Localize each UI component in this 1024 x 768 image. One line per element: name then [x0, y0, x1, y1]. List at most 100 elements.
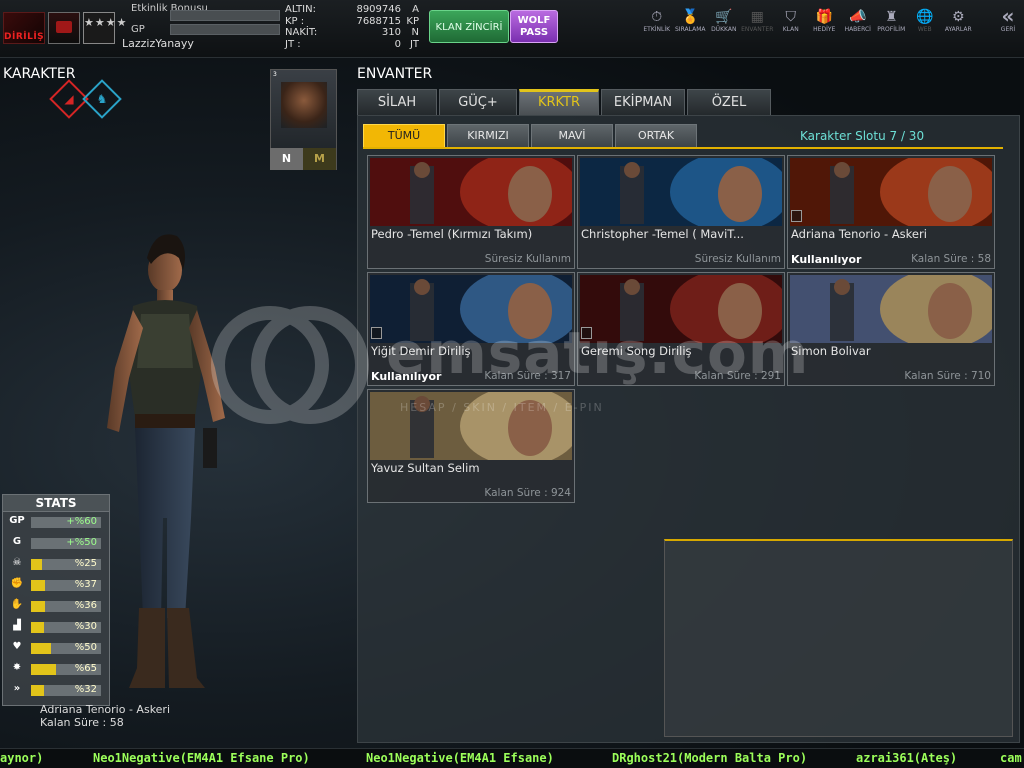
currency-unit: JT — [409, 38, 419, 50]
subtab-tümü[interactable]: TÜMÜ — [363, 124, 445, 148]
stat-value: +%60 — [66, 516, 97, 527]
blue-team-icon[interactable]: ♞ — [82, 79, 122, 119]
stat-icon: ✋ — [10, 599, 24, 610]
subtab-ortak[interactable]: ORTAK — [615, 124, 697, 148]
tab-si̇lah[interactable]: SİLAH — [357, 89, 437, 115]
item-title: Christopher -Temel ( MaviT... — [581, 227, 744, 241]
karakter-title: KARAKTER — [3, 66, 76, 82]
nav-label: ENVANTER — [741, 26, 774, 33]
stat-icon: ✸ — [12, 662, 22, 673]
item-card[interactable]: Simon Bolivar Kalan Süre : 710 — [787, 272, 995, 386]
item-status: Kullanılıyor — [791, 253, 862, 266]
nav-profi̇li̇m[interactable]: ♜ PROFİLİM — [875, 8, 909, 33]
username: LazzizYanayy — [122, 37, 194, 50]
nav-ayarlar[interactable]: ⚙ AYARLAR — [942, 8, 976, 33]
n-button[interactable]: N — [270, 148, 303, 170]
currency-value: 0 — [394, 38, 401, 50]
item-art — [370, 275, 572, 343]
item-card[interactable]: Yavuz Sultan Selim Kalan Süre : 924 — [367, 389, 575, 503]
stat-row: ✋ %36 — [3, 596, 111, 617]
kill-ticker: aynor) Neo1Negative(EM4A1 Efsane Pro) Neo1… — [0, 748, 1024, 768]
stat-value: %32 — [74, 684, 97, 695]
stat-value: %65 — [74, 663, 97, 674]
item-duration: Süresiz Kullanım — [694, 253, 781, 265]
ticker-item: Neo1Negative(EM4A1 Efsane) — [366, 751, 554, 765]
currency-value: 8909746 — [356, 4, 401, 15]
megaphone-icon: 📣 — [849, 9, 867, 25]
stat-icon: ✊ — [10, 578, 24, 589]
stat-value: %25 — [74, 558, 97, 569]
card-portrait — [281, 82, 327, 128]
back-label: GERİ — [1000, 26, 1016, 33]
subtab-mavi̇[interactable]: MAVİ — [531, 124, 613, 148]
currency-unit: KP — [406, 15, 419, 27]
stats-title: STATS — [3, 495, 109, 512]
item-title: Yiğit Demir Diriliş — [371, 344, 471, 358]
stat-value: %37 — [74, 579, 97, 590]
item-checkbox[interactable] — [791, 210, 802, 222]
stat-icon: ☠ — [12, 557, 22, 568]
item-card[interactable]: Pedro -Temel (Kırmızı Takım) Süresiz Kul… — [367, 155, 575, 269]
gear-icon: ⚙ — [951, 9, 965, 25]
gift-icon: 🎁 — [815, 9, 833, 25]
stat-row: ▟ %30 — [3, 617, 111, 638]
nav-dükkan[interactable]: 🛒 DÜKKAN — [707, 8, 741, 33]
stat-bar-fill — [31, 643, 51, 654]
inventory-title: ENVANTER — [357, 66, 433, 82]
stopwatch-icon: ⏱ — [651, 9, 663, 25]
ticker-item: DRghost21(Modern Balta Pro) — [612, 751, 808, 765]
back-button[interactable]: « GERİ — [996, 6, 1020, 33]
klan-zinciri-button[interactable]: KLAN ZİNCİRİ — [429, 10, 509, 43]
back-icon: « — [1001, 4, 1015, 28]
tab-güç+[interactable]: GÜÇ+ — [439, 89, 517, 115]
stat-value: +%50 — [66, 537, 97, 548]
tab-krktr[interactable]: KRKTR — [519, 89, 599, 115]
nav-envanter[interactable]: ▦ ENVANTER — [741, 8, 775, 33]
nav-label: KLAN — [782, 26, 799, 33]
wolf-pass-button[interactable]: WOLF PASS — [510, 10, 558, 43]
clan-emblem[interactable] — [48, 12, 80, 44]
nav-etki̇nli̇k[interactable]: ⏱ ETKİNLİK — [640, 8, 674, 33]
currency-value: 310 — [381, 27, 401, 38]
currency-row: KP : 7688715 KP — [285, 16, 423, 28]
medal-icon: 🏅 — [681, 9, 699, 25]
subtab-kirmizi[interactable]: KIRMIZI — [447, 124, 529, 148]
cart-icon: 🛒 — [715, 9, 733, 25]
nav-siralama[interactable]: 🏅 SIRALAMA — [674, 8, 708, 33]
item-card[interactable]: Christopher -Temel ( MaviT... Süresiz Ku… — [577, 155, 785, 269]
item-card[interactable]: Yiğit Demir Diriliş Kullanılıyor Kalan S… — [367, 272, 575, 386]
item-checkbox[interactable] — [581, 327, 592, 339]
top-nav: ⏱ ETKİNLİK 🏅 SIRALAMA 🛒 DÜKKAN ▦ ENVANTER ⛉ … — [640, 8, 975, 33]
nav-label: PROFİLİM — [877, 26, 906, 33]
item-title: Geremi Song Diriliş — [581, 344, 692, 358]
item-duration: Kalan Süre : 710 — [904, 370, 991, 382]
nav-klan[interactable]: ⛉ KLAN — [774, 8, 808, 33]
equipped-character-info: Adriana Tenorio - Askeri Kalan Süre : 58 — [40, 703, 170, 729]
item-card[interactable]: Adriana Tenorio - Askeri Kullanılıyor Ka… — [787, 155, 995, 269]
stat-row: » %32 — [3, 680, 111, 701]
stat-row: ✊ %37 — [3, 575, 111, 596]
shield-icon: ⛉ — [785, 9, 797, 25]
nav-label: SIRALAMA — [675, 26, 706, 33]
tab-özel[interactable]: ÖZEL — [687, 89, 771, 115]
currency-unit: N — [411, 27, 419, 38]
stat-value: %50 — [74, 642, 97, 653]
item-art — [370, 158, 572, 226]
item-checkbox[interactable] — [371, 327, 382, 339]
item-art — [790, 158, 992, 226]
nav-hedi̇ye[interactable]: 🎁 HEDİYE — [808, 8, 842, 33]
nav-haberci̇[interactable]: 📣 HABERCİ — [841, 8, 875, 33]
tab-eki̇pman[interactable]: EKİPMAN — [601, 89, 685, 115]
stats-panel: STATS GP +%60 G +%50 ☠ %25 ✊ %37 ✋ %36 ▟ %30 ♥… — [2, 494, 110, 706]
m-button[interactable]: M — [303, 148, 336, 170]
nav-label: WEB — [917, 26, 932, 33]
currency-row: NAKİT: 310 N — [285, 27, 423, 39]
currency-row: ALTIN: 8909746 A — [285, 4, 423, 16]
event-bonus-bar — [170, 10, 280, 21]
item-duration: Süresiz Kullanım — [484, 253, 571, 265]
game-screen: DİRİLİŞ ★★★★ Etkinlik Bonusu GP LazzizYa… — [0, 0, 1024, 768]
stat-icon: ♥ — [12, 641, 22, 652]
globe-icon: 🌐 — [916, 9, 934, 25]
nav-web[interactable]: 🌐 WEB — [908, 8, 942, 33]
item-card[interactable]: Geremi Song Diriliş Kalan Süre : 291 — [577, 272, 785, 386]
